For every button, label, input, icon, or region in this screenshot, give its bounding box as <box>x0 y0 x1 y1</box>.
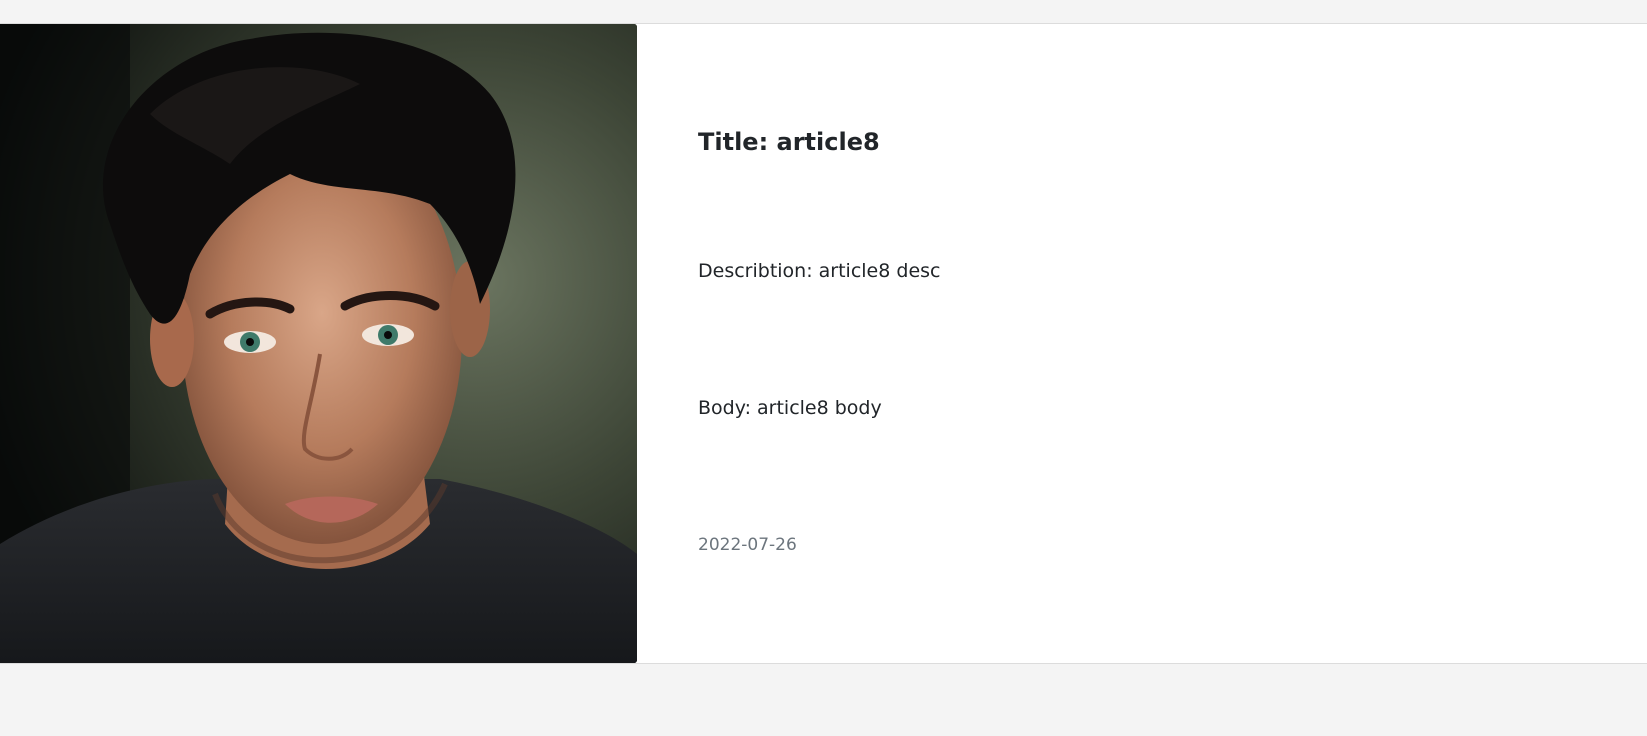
article-body: Body: article8 body <box>698 397 882 419</box>
article-card-body: Title: article8 Describtion: article8 de… <box>698 24 1647 663</box>
article-card: Title: article8 Describtion: article8 de… <box>0 23 1647 664</box>
article-title: Title: article8 <box>698 128 880 156</box>
article-date: 2022-07-26 <box>698 535 797 555</box>
article-image <box>0 24 637 663</box>
article-description: Describtion: article8 desc <box>698 260 941 282</box>
